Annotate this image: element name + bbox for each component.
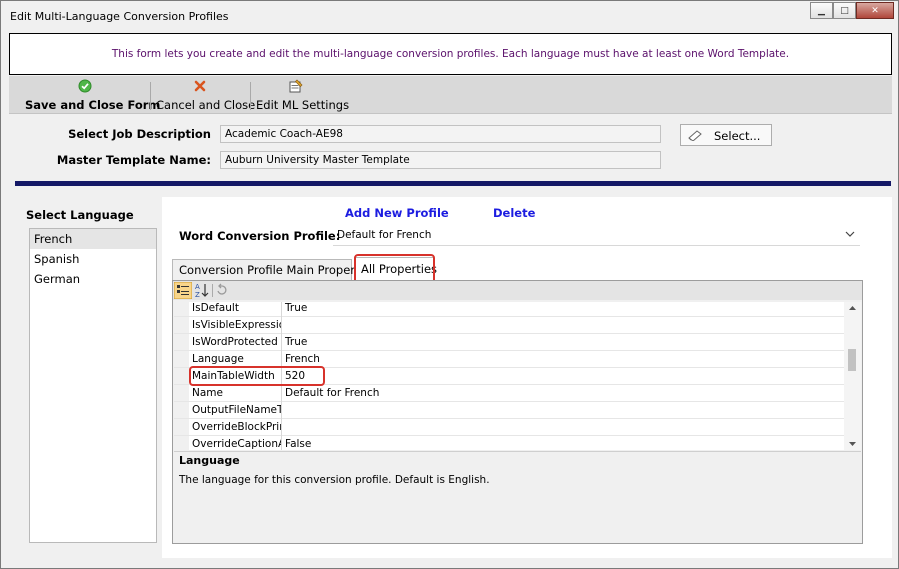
check-circle-icon: [78, 79, 92, 93]
window-title: Edit Multi-Language Conversion Profiles: [10, 10, 229, 23]
chevron-down-icon: [845, 231, 855, 237]
word-conversion-profile-value: Default for French: [337, 229, 432, 241]
edit-ml-settings-button[interactable]: Edit ML Settings: [256, 78, 349, 112]
property-toolbar: A Z: [173, 281, 862, 300]
property-name: OutputFileNameTag: [190, 402, 282, 419]
property-name: IsWordProtected: [190, 334, 282, 351]
close-button[interactable]: ✕: [856, 2, 894, 19]
master-template-field[interactable]: Auburn University Master Template: [220, 151, 661, 169]
property-value[interactable]: Default for French: [285, 385, 379, 402]
info-banner: This form lets you create and edit the m…: [9, 33, 892, 75]
x-icon: [194, 80, 206, 92]
pencil-icon: [688, 130, 702, 141]
table-row[interactable]: OverrideCaptionAn False: [174, 436, 844, 450]
property-value[interactable]: True: [285, 334, 307, 351]
property-name: OverrideBlockPrintH: [190, 419, 282, 436]
property-value[interactable]: False: [285, 436, 311, 450]
property-grid-scrollbar[interactable]: [844, 302, 861, 450]
section-divider: [15, 181, 891, 186]
table-row[interactable]: Name Default for French: [174, 385, 844, 402]
word-conversion-profile-label: Word Conversion Profile:: [179, 229, 341, 243]
main-window: Edit Multi-Language Conversion Profiles …: [0, 0, 899, 569]
sort-alphabetical-icon[interactable]: A Z: [194, 282, 210, 299]
title-bar: Edit Multi-Language Conversion Profiles …: [1, 1, 898, 31]
edit-ml-settings-label: Edit ML Settings: [256, 98, 350, 112]
svg-text:A: A: [195, 283, 200, 291]
settings-edit-icon: [289, 79, 303, 93]
word-conversion-profile-select[interactable]: Default for French: [333, 226, 860, 246]
language-item-german[interactable]: German: [30, 269, 156, 289]
property-name: Name: [190, 385, 282, 402]
table-row[interactable]: IsWordProtected True: [174, 334, 844, 351]
property-name: IsVisibleExpression: [190, 317, 282, 334]
maximize-button[interactable]: □: [833, 2, 856, 19]
description-title: Language: [179, 454, 240, 467]
close-icon: ✕: [871, 5, 879, 16]
property-pages-icon[interactable]: [215, 283, 229, 297]
scroll-up-icon[interactable]: [848, 305, 857, 311]
cancel-close-label: Cancel and Close: [156, 98, 256, 112]
add-new-profile-link[interactable]: Add New Profile: [345, 206, 449, 220]
tab-main-properties[interactable]: Conversion Profile Main Properties: [172, 259, 376, 280]
property-name: IsDefault: [190, 302, 282, 317]
scroll-thumb[interactable]: [848, 349, 856, 371]
info-text: This form lets you create and edit the m…: [111, 48, 790, 60]
property-name: OverrideCaptionAn: [190, 436, 282, 450]
table-row[interactable]: IsVisibleExpression: [174, 317, 844, 334]
maximize-icon: □: [840, 5, 849, 16]
language-list[interactable]: French Spanish German: [29, 228, 157, 543]
property-grid-frame: A Z IsDefault True IsVisibleExpression I…: [172, 280, 863, 544]
table-row[interactable]: OutputFileNameTag: [174, 402, 844, 419]
select-language-label: Select Language: [26, 208, 134, 222]
categorized-view-icon[interactable]: [174, 282, 192, 299]
select-button[interactable]: Select...: [680, 124, 772, 146]
property-highlight-box: [189, 366, 325, 386]
job-description-label: Select Job Description: [68, 127, 211, 141]
table-row[interactable]: OverrideBlockPrintH: [174, 419, 844, 436]
toolbar-separator: [212, 284, 213, 297]
master-template-label: Master Template Name:: [56, 153, 211, 167]
save-close-button[interactable]: Save and Close Form: [25, 78, 160, 112]
toolbar-separator: [150, 82, 151, 110]
scroll-down-icon[interactable]: [848, 441, 857, 447]
language-item-french[interactable]: French: [30, 229, 156, 249]
description-text: The language for this conversion profile…: [179, 474, 490, 486]
property-description-panel: Language The language for this conversio…: [174, 451, 861, 543]
save-close-label: Save and Close Form: [25, 98, 161, 112]
table-row[interactable]: IsDefault True: [174, 302, 844, 317]
svg-text:Z: Z: [195, 291, 200, 299]
minimize-button[interactable]: ▁: [810, 2, 833, 19]
minimize-icon: ▁: [818, 5, 825, 16]
property-grid[interactable]: IsDefault True IsVisibleExpression IsWor…: [174, 302, 861, 450]
delete-profile-link[interactable]: Delete: [493, 206, 535, 220]
cancel-close-button[interactable]: Cancel and Close: [156, 78, 255, 112]
property-value[interactable]: True: [285, 302, 307, 317]
toolbar: Save and Close Form Cancel and Close Edi…: [9, 76, 892, 114]
toolbar-separator: [250, 82, 251, 110]
profile-panel: Add New Profile Delete Word Conversion P…: [162, 197, 892, 558]
select-button-label: Select...: [714, 129, 761, 143]
language-item-spanish[interactable]: Spanish: [30, 249, 156, 269]
job-description-field[interactable]: Academic Coach-AE98: [220, 125, 661, 143]
